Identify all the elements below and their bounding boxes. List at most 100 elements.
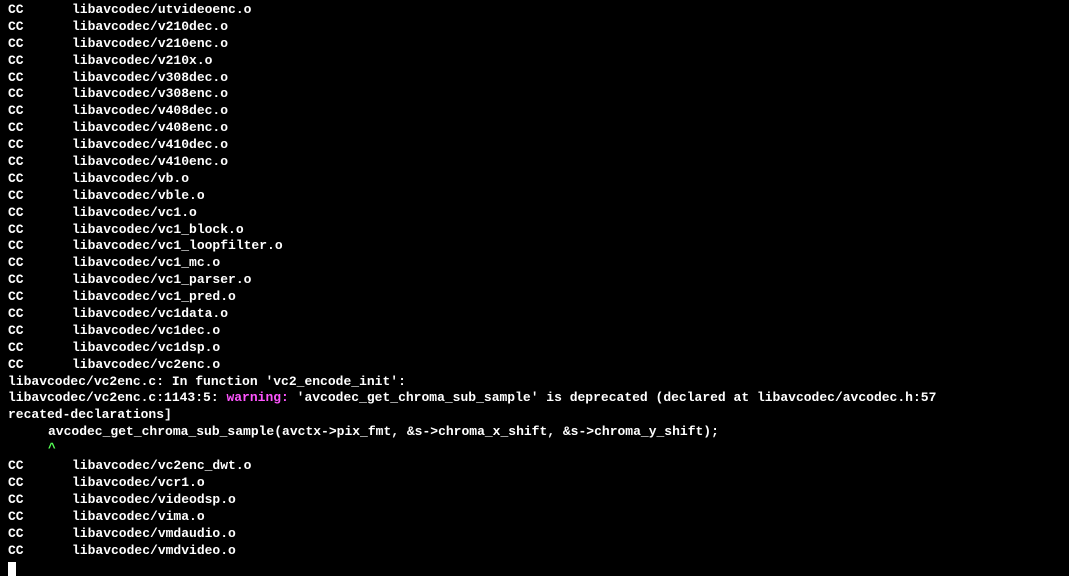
terminal-output[interactable]: CClibavcodec/utvideoenc.oCClibavcodec/v2… [8,2,1061,576]
compile-line: CClibavcodec/vc1dsp.o [8,340,1061,357]
compile-line: CClibavcodec/v210dec.o [8,19,1061,36]
cc-label: CC [8,543,72,560]
cc-file: libavcodec/v210dec.o [72,19,228,34]
cc-label: CC [8,19,72,36]
cc-file: libavcodec/vmdaudio.o [72,526,236,541]
cc-label: CC [8,323,72,340]
cc-label: CC [8,36,72,53]
compile-line: CClibavcodec/vc1_loopfilter.o [8,238,1061,255]
cc-file: libavcodec/vc2enc.o [72,357,220,372]
cc-label: CC [8,475,72,492]
cc-file: libavcodec/vb.o [72,171,189,186]
caret-icon: ^ [48,441,56,458]
cc-file: libavcodec/vcr1.o [72,475,205,490]
compile-line: CClibavcodec/v410enc.o [8,154,1061,171]
cc-file: libavcodec/utvideoenc.o [72,2,251,17]
cc-file: libavcodec/v308dec.o [72,70,228,85]
compile-line: CClibavcodec/vc2enc_dwt.o [8,458,1061,475]
warning-caret-line: ^ [8,441,1061,458]
cc-file: libavcodec/vc1_pred.o [72,289,236,304]
cc-file: libavcodec/videodsp.o [72,492,236,507]
cc-file: libavcodec/v308enc.o [72,86,228,101]
cc-file: libavcodec/vc1.o [72,205,197,220]
cc-label: CC [8,289,72,306]
compile-line: CClibavcodec/v308enc.o [8,86,1061,103]
warning-deprecated-func: 'avcodec_get_chroma_sub_sample' [297,390,539,405]
cc-file: libavcodec/vc1dec.o [72,323,220,338]
compile-line: CClibavcodec/vc1_parser.o [8,272,1061,289]
cc-file: libavcodec/vble.o [72,188,205,203]
cc-file: libavcodec/v210enc.o [72,36,228,51]
warning-declared-at: libavcodec/avcodec.h:57 [757,390,936,405]
cc-file: libavcodec/vc1_loopfilter.o [72,238,283,253]
compile-line: CClibavcodec/vima.o [8,509,1061,526]
compile-line: CClibavcodec/videodsp.o [8,492,1061,509]
cc-label: CC [8,171,72,188]
cc-file: libavcodec/v210x.o [72,53,212,68]
compile-line: CClibavcodec/v308dec.o [8,70,1061,87]
cc-file: libavcodec/vc2enc_dwt.o [72,458,251,473]
compile-line: CClibavcodec/vmdvideo.o [8,543,1061,560]
compile-line: CClibavcodec/vcr1.o [8,475,1061,492]
compile-line: CClibavcodec/vc1.o [8,205,1061,222]
compile-line: CClibavcodec/vmdaudio.o [8,526,1061,543]
cc-label: CC [8,2,72,19]
cc-file: libavcodec/vc1_block.o [72,222,244,237]
cc-file: libavcodec/v410enc.o [72,154,228,169]
cc-file: libavcodec/vc1dsp.o [72,340,220,355]
warning-label: warning: [226,390,296,405]
warning-context-line: libavcodec/vc2enc.c: In function 'vc2_en… [8,374,1061,391]
cc-label: CC [8,222,72,239]
cc-file: libavcodec/vc1_mc.o [72,255,220,270]
warning-message-line: libavcodec/vc2enc.c:1143:5: warning: 'av… [8,390,1061,407]
cc-file: libavcodec/vc1data.o [72,306,228,321]
warning-code: avcodec_get_chroma_sub_sample(avctx->pix… [48,424,719,441]
compile-line: CClibavcodec/v408enc.o [8,120,1061,137]
cc-label: CC [8,357,72,374]
cc-label: CC [8,120,72,137]
compile-line: CClibavcodec/vc2enc.o [8,357,1061,374]
cc-label: CC [8,154,72,171]
cc-file: libavcodec/vima.o [72,509,205,524]
compile-line: CClibavcodec/vc1data.o [8,306,1061,323]
cc-label: CC [8,103,72,120]
compile-line: CClibavcodec/vc1dec.o [8,323,1061,340]
cc-file: libavcodec/v410dec.o [72,137,228,152]
cc-label: CC [8,255,72,272]
cc-label: CC [8,509,72,526]
compile-line: CClibavcodec/vc1_block.o [8,222,1061,239]
warning-deprecated-msg: is deprecated (declared at [539,390,757,405]
cc-label: CC [8,458,72,475]
warning-function-name: 'vc2_encode_init': [265,374,405,389]
cc-file: libavcodec/vc1_parser.o [72,272,251,287]
compile-line: CClibavcodec/v408dec.o [8,103,1061,120]
cc-label: CC [8,53,72,70]
cc-label: CC [8,272,72,289]
cc-label: CC [8,86,72,103]
compile-line: CClibavcodec/v210x.o [8,53,1061,70]
cc-label: CC [8,188,72,205]
compile-line: CClibavcodec/vc1_pred.o [8,289,1061,306]
cc-label: CC [8,492,72,509]
compile-line: CClibavcodec/v210enc.o [8,36,1061,53]
cc-file: libavcodec/vmdvideo.o [72,543,236,558]
compile-line: CClibavcodec/vc1_mc.o [8,255,1061,272]
cc-file: libavcodec/v408dec.o [72,103,228,118]
warning-location: libavcodec/vc2enc.c:1143:5: [8,390,226,405]
cc-label: CC [8,205,72,222]
warning-code-line: avcodec_get_chroma_sub_sample(avctx->pix… [8,424,1061,441]
compile-line: CClibavcodec/vb.o [8,171,1061,188]
cc-label: CC [8,137,72,154]
cc-file: libavcodec/v408enc.o [72,120,228,135]
cc-label: CC [8,306,72,323]
warning-in-function: In function [164,374,265,389]
cc-label: CC [8,340,72,357]
warning-flag-line: recated-declarations] [8,407,1061,424]
compile-line: CClibavcodec/v410dec.o [8,137,1061,154]
warning-file: libavcodec/vc2enc.c: [8,374,164,389]
compile-line: CClibavcodec/vble.o [8,188,1061,205]
cc-label: CC [8,526,72,543]
compile-line: CClibavcodec/utvideoenc.o [8,2,1061,19]
cc-label: CC [8,238,72,255]
cc-label: CC [8,70,72,87]
